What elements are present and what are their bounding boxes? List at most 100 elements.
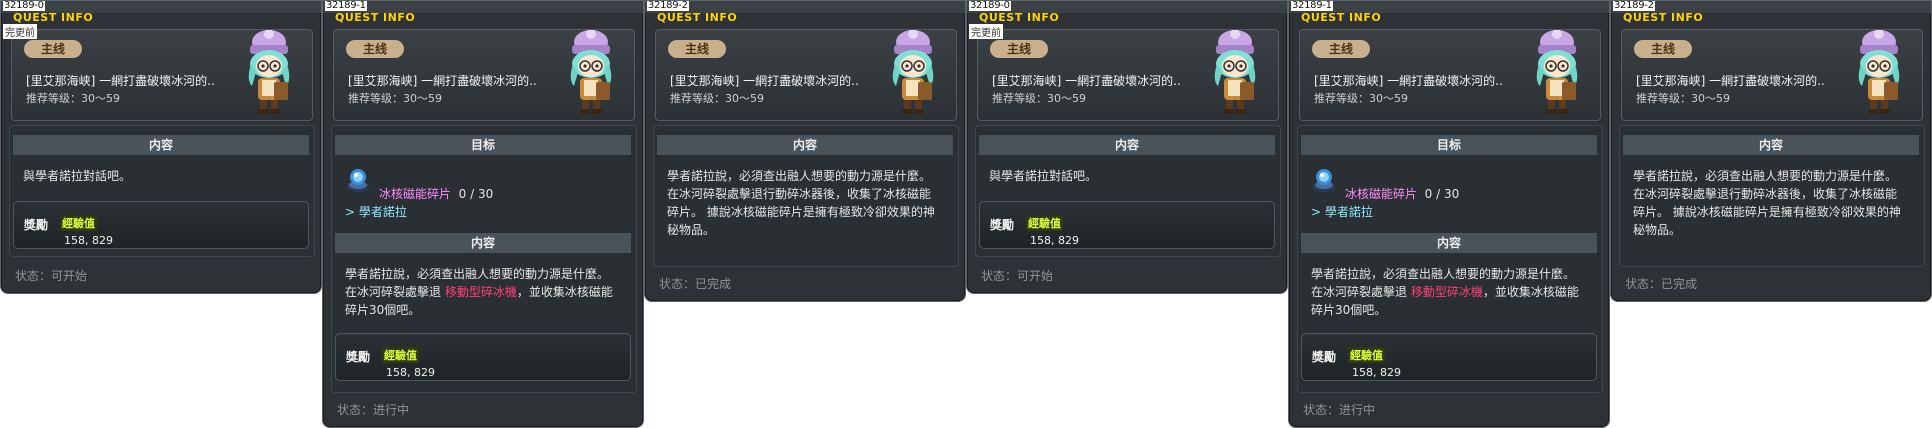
- level-label: 推荐等级：: [348, 92, 403, 105]
- quest-title: [里艾那海峡] 一網打盡破壞冰河的..: [26, 74, 215, 88]
- status-value: 进行中: [373, 403, 410, 417]
- exp-tag: 經驗值: [382, 347, 419, 363]
- content-line-3: 碎片30個吧。: [1311, 303, 1387, 317]
- quest-header: 主线 [里艾那海峡] 一網打盡破壞冰河的.. 推荐等级：30〜59: [11, 29, 313, 121]
- exp-value: 158, 829: [64, 234, 113, 247]
- status-label: 状态：: [659, 277, 696, 291]
- status-label: 状态：: [1303, 403, 1340, 417]
- quest-title: [里艾那海峡] 一網打盡破壞冰河的..: [1636, 74, 1825, 88]
- status-value: 进行中: [1339, 403, 1376, 417]
- quest-info-title: QUEST INFO: [1301, 11, 1382, 24]
- quest-id: 32189-1: [325, 0, 367, 11]
- quest-title: [里艾那海峡] 一網打盡破壞冰河的..: [670, 74, 859, 88]
- content-line-2: 在冰河碎裂處擊退行動碎冰器後，收集了冰核磁能: [667, 187, 932, 201]
- quest-header: 主线 [里艾那海峡] 一網打盡破壞冰河的.. 推荐等级：30〜59: [333, 29, 635, 121]
- ice-shard-icon: [345, 167, 371, 193]
- goal-npc[interactable]: > 學者諾拉: [345, 203, 407, 220]
- level-range: 30〜59: [1691, 92, 1730, 105]
- status-value: 已完成: [695, 277, 732, 291]
- goal-item[interactable]: 冰核磁能碎片 0 / 30: [379, 185, 493, 202]
- category-badge: 主线: [668, 40, 726, 58]
- recommended-level: 推荐等级：30〜59: [992, 90, 1086, 106]
- content-line-3: 碎片30個吧。: [345, 303, 421, 317]
- goal-header: 目标: [335, 135, 631, 155]
- quest-header: 主线 [里艾那海峡] 一網打盡破壞冰河的.. 推荐等级：30〜59: [1299, 29, 1601, 121]
- content-header: 内容: [335, 233, 631, 253]
- content-line-2b: ，並收集冰核磁能: [516, 285, 613, 299]
- quest-title: [里艾那海峡] 一網打盡破壞冰河的..: [992, 74, 1181, 88]
- monster-name: 移動型碎冰機: [1410, 285, 1483, 299]
- level-label: 推荐等级：: [1636, 92, 1691, 105]
- quest-info-title: QUEST INFO: [979, 11, 1060, 24]
- category-badge: 主线: [1312, 40, 1370, 58]
- recommended-level: 推荐等级：30〜59: [26, 90, 120, 106]
- reward-label: 獎勵: [24, 218, 49, 232]
- monster-name: 移動型碎冰機: [444, 285, 517, 299]
- category-badge: 主线: [990, 40, 1048, 58]
- content-line-1: 學者諾拉說，必須查出融人想要的動力源是什麼。: [1633, 169, 1898, 183]
- quest-status: 状态：进行中: [1303, 401, 1375, 418]
- quest-title: [里艾那海峡] 一網打盡破壞冰河的..: [348, 74, 537, 88]
- content-text: 學者諾拉說，必須查出融人想要的動力源是什麼。 在冰河碎裂處擊退行動碎冰器後，收集…: [1633, 167, 1923, 239]
- content-line-2a: 在冰河碎裂處擊退: [1311, 285, 1411, 299]
- quest-info-title: QUEST INFO: [1623, 11, 1704, 24]
- status-value: 可开始: [51, 269, 88, 283]
- goal-item-count: 0 / 30: [458, 187, 494, 201]
- level-range: 30〜59: [1047, 92, 1086, 105]
- exp-tag: 經驗值: [60, 215, 97, 231]
- npc-portrait-icon: [556, 30, 626, 116]
- quest-id: 32189-1: [1291, 0, 1333, 11]
- chevron-right-icon: >: [1311, 205, 1322, 219]
- content-line-1: 學者諾拉說，必須查出融人想要的動力源是什麼。: [345, 267, 610, 281]
- npc-portrait-icon: [1844, 30, 1914, 116]
- quest-status: 状态：可开始: [15, 267, 87, 284]
- content-text: 與學者諾拉對話吧。: [23, 169, 132, 183]
- quest-id: 32189-0: [3, 0, 45, 11]
- quest-panel-1: 32189-0 QUEST INFO 完更前 主线 [里艾那海峡] 一網打盡破壞…: [0, 0, 322, 294]
- recommended-level: 推荐等级：30〜59: [1314, 90, 1408, 106]
- quest-info-title: QUEST INFO: [657, 11, 738, 24]
- quest-id: 32189-2: [647, 0, 689, 11]
- level-label: 推荐等级：: [26, 92, 81, 105]
- content-header: 内容: [979, 135, 1275, 155]
- quest-sub-label: 完更前: [969, 24, 1003, 39]
- content-line-1: 學者諾拉說，必須查出融人想要的動力源是什麼。: [1311, 267, 1576, 281]
- content-header: 内容: [13, 135, 309, 155]
- quest-sub-label: 完更前: [3, 24, 37, 39]
- content-line-3: 碎片。 據說冰核磁能碎片是擁有極致冷卻效果的神: [667, 205, 935, 219]
- quest-status: 状态：已完成: [1625, 275, 1697, 292]
- content-line-4: 秘物品。: [1633, 223, 1682, 237]
- quest-status: 状态：已完成: [659, 275, 731, 292]
- status-label: 状态：: [981, 269, 1018, 283]
- npc-portrait-icon: [1200, 30, 1270, 116]
- exp-value: 158, 829: [1030, 234, 1079, 247]
- goal-item[interactable]: 冰核磁能碎片 0 / 30: [1345, 185, 1459, 202]
- quest-title: [里艾那海峡] 一網打盡破壞冰河的..: [1314, 74, 1503, 88]
- quest-header: 主线 [里艾那海峡] 一網打盡破壞冰河的.. 推荐等级：30〜59: [977, 29, 1279, 121]
- content-header: 内容: [1623, 135, 1919, 155]
- category-badge: 主线: [1634, 40, 1692, 58]
- goal-npc-name: 學者諾拉: [358, 205, 407, 219]
- quest-info-title: QUEST INFO: [335, 11, 416, 24]
- exp-value: 158, 829: [1352, 366, 1401, 379]
- quest-id: 32189-2: [1613, 0, 1655, 11]
- category-badge: 主线: [346, 40, 404, 58]
- content-line-2b: ，並收集冰核磁能: [1482, 285, 1579, 299]
- goal-npc[interactable]: > 學者諾拉: [1311, 203, 1373, 220]
- content-line-3: 碎片。 據說冰核磁能碎片是擁有極致冷卻效果的神: [1633, 205, 1901, 219]
- recommended-level: 推荐等级：30〜59: [1636, 90, 1730, 106]
- goal-npc-name: 學者諾拉: [1324, 205, 1373, 219]
- reward-label: 獎勵: [990, 218, 1015, 232]
- status-label: 状态：: [15, 269, 52, 283]
- npc-portrait-icon: [878, 30, 948, 116]
- content-header: 内容: [657, 135, 953, 155]
- content-line-1: 學者諾拉說，必須查出融人想要的動力源是什麼。: [667, 169, 932, 183]
- content-text: 學者諾拉說，必須查出融人想要的動力源是什麼。 在冰河碎裂處擊退 移動型碎冰機，並…: [1311, 265, 1601, 319]
- status-label: 状态：: [1625, 277, 1662, 291]
- npc-portrait-icon: [1522, 30, 1592, 116]
- level-range: 30〜59: [403, 92, 442, 105]
- content-header: 内容: [1301, 233, 1597, 253]
- reward-label: 獎勵: [346, 350, 371, 364]
- content-line-2: 在冰河碎裂處擊退行動碎冰器後，收集了冰核磁能: [1633, 187, 1898, 201]
- goal-item-count: 0 / 30: [1424, 187, 1460, 201]
